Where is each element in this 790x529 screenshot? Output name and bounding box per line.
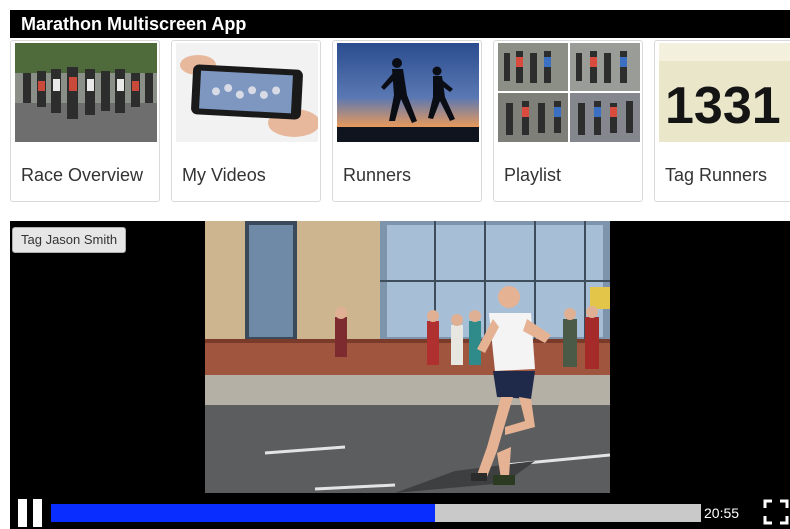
video-player[interactable]: Tag Jason Smith 20:55 bbox=[10, 221, 790, 529]
app-title: Marathon Multiscreen App bbox=[21, 14, 247, 34]
tile-runners[interactable]: Runners bbox=[332, 40, 482, 202]
tag-runners-thumbnail: 1331 bbox=[659, 43, 790, 142]
app-title-bar: Marathon Multiscreen App bbox=[10, 10, 790, 38]
tile-label: Playlist bbox=[504, 165, 562, 185]
tile-my-videos[interactable]: My Videos bbox=[171, 40, 321, 202]
tile-label: Runners bbox=[343, 165, 412, 185]
fullscreen-icon[interactable] bbox=[763, 499, 789, 525]
bib-number: 1331 bbox=[665, 77, 781, 135]
tile-label: Tag Runners bbox=[665, 165, 768, 185]
video-frame[interactable] bbox=[205, 221, 610, 493]
pause-icon[interactable] bbox=[18, 499, 46, 527]
tile-playlist[interactable]: Playlist bbox=[493, 40, 643, 202]
runners-thumbnail bbox=[337, 43, 479, 142]
time-display: 20:55 bbox=[704, 505, 740, 521]
tile-label: Race Overview bbox=[21, 165, 144, 185]
my-videos-thumbnail bbox=[176, 43, 318, 142]
tile-race-overview[interactable]: Race Overview bbox=[10, 40, 160, 202]
race-overview-thumbnail bbox=[15, 43, 157, 142]
tag-runner-button[interactable]: Tag Jason Smith bbox=[12, 227, 127, 253]
playlist-thumbnail bbox=[498, 43, 640, 142]
progress-fill bbox=[51, 504, 435, 522]
navigation-tiles: Race Overview My Videos Runners Playlist… bbox=[10, 40, 790, 202]
progress-bar[interactable] bbox=[51, 504, 701, 522]
tile-label: My Videos bbox=[182, 165, 266, 185]
tile-tag-runners[interactable]: 1331 Tag Runners bbox=[654, 40, 790, 202]
